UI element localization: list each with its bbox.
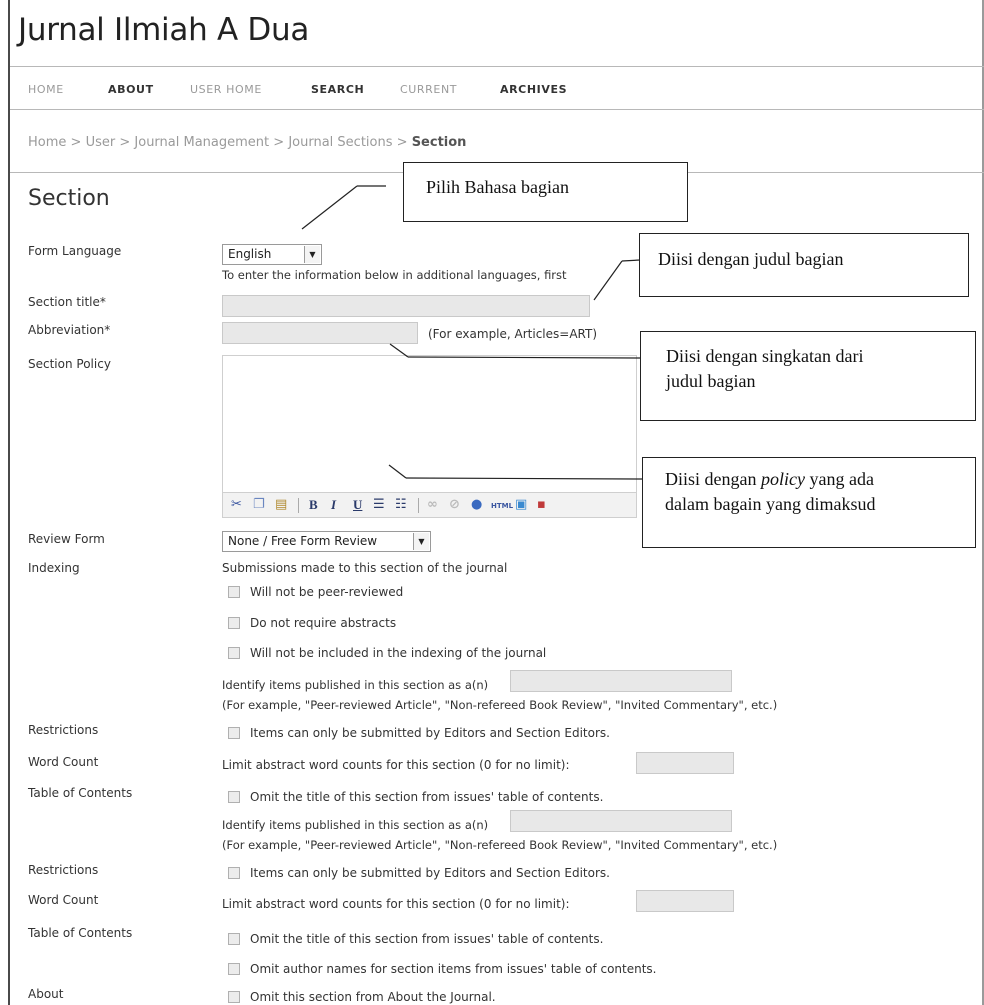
pointer-line — [389, 343, 409, 358]
pointer-line — [407, 356, 641, 359]
pointer-line — [405, 477, 643, 480]
pointer-line — [621, 259, 641, 262]
pointer-line — [301, 185, 358, 230]
pointer-line — [388, 464, 407, 479]
annotation-pointers — [301, 185, 643, 480]
pointer-line — [593, 260, 623, 301]
